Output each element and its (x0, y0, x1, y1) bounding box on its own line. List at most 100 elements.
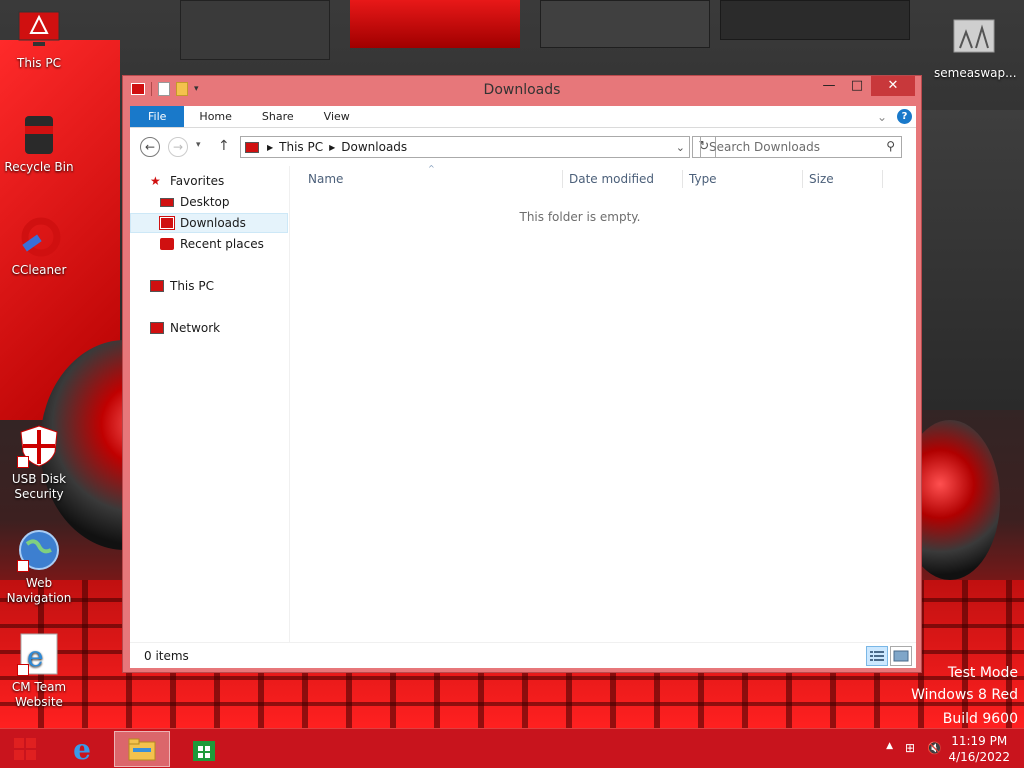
column-divider[interactable] (802, 170, 803, 188)
wallpaper-block (350, 0, 520, 48)
internet-explorer-icon: e (73, 732, 91, 766)
column-header-date-modified[interactable]: Date modified (569, 166, 654, 192)
recent-locations-chevron-icon[interactable]: ▾ (196, 140, 201, 150)
title-bar[interactable]: ▾ Downloads — □ ✕ (123, 76, 921, 106)
back-button[interactable]: ← (140, 137, 160, 157)
desktop-icon-recycle-bin[interactable]: Recycle Bin (1, 112, 77, 175)
desktop-icon-web-navigation[interactable]: Web Navigation (1, 528, 77, 606)
forward-button[interactable]: → (168, 137, 188, 157)
shield-icon (17, 424, 61, 468)
nav-item-desktop[interactable]: Desktop (160, 192, 230, 212)
navigation-pane: ★ Favorites Desktop Downloads Recent pla… (130, 166, 290, 642)
computer-icon (150, 280, 164, 292)
nav-item-network[interactable]: Network (150, 318, 220, 338)
window-controls: — □ ✕ (815, 76, 915, 96)
large-icons-view-icon (893, 650, 909, 662)
desktop-icon-this-pc[interactable]: This PC (1, 8, 77, 71)
nav-item-favorites[interactable]: ★ Favorites (150, 171, 224, 191)
system-tray: ▲ ⊞ 🔇 (886, 741, 942, 755)
desktop-icon-ccleaner[interactable]: CCleaner (1, 215, 77, 278)
window-title: Downloads (483, 82, 561, 98)
tab-home[interactable]: Home (184, 106, 246, 127)
close-button[interactable]: ✕ (871, 76, 915, 96)
nav-item-label: Favorites (170, 174, 225, 188)
store-icon (193, 741, 215, 761)
svg-text:e: e (27, 640, 44, 673)
nav-item-label: Network (170, 321, 221, 335)
column-header-type[interactable]: Type (689, 166, 717, 192)
desktop-icon-label: This PC (17, 56, 61, 70)
taskbar-internet-explorer[interactable]: e (54, 731, 110, 767)
search-input[interactable]: Search Downloads ⚲ (700, 136, 902, 158)
column-divider[interactable] (682, 170, 683, 188)
star-icon: ★ (150, 174, 161, 188)
navigation-bar: ← → ▾ ↑ ▶ This PC ▶ Downloads ⌄ ↻ Search… (130, 128, 916, 166)
column-divider[interactable] (882, 170, 883, 188)
wallpaper-block (720, 0, 910, 40)
nav-item-downloads[interactable]: Downloads (130, 213, 288, 233)
desktop-icon-label: Recycle Bin (4, 160, 74, 174)
desktop-icon-label: Web Navigation (6, 576, 72, 605)
ribbon-tabs: File Home Share View ⌄ ? (130, 106, 916, 128)
taskbar-store[interactable] (176, 731, 232, 767)
breadcrumb-this-pc[interactable]: This PC (279, 140, 323, 154)
maximize-button[interactable]: □ (843, 76, 871, 96)
tab-file[interactable]: File (130, 106, 185, 127)
column-divider[interactable] (562, 170, 563, 188)
up-arrow-icon[interactable]: ↑ (218, 138, 230, 154)
nav-item-label: Desktop (180, 195, 230, 209)
taskbar-file-explorer[interactable] (114, 731, 170, 767)
downloads-icon (159, 216, 175, 230)
help-button[interactable]: ? (897, 109, 912, 124)
status-bar: 0 items (130, 642, 916, 668)
clock-date: 4/16/2022 (948, 750, 1010, 764)
search-icon: ⚲ (886, 139, 895, 153)
internet-explorer-icon: e (17, 632, 61, 676)
address-dropdown-icon[interactable]: ⌄ (676, 141, 685, 154)
breadcrumb-separator-icon[interactable]: ▶ (267, 143, 273, 152)
taskbar-clock[interactable]: 11:19 PM 4/16/2022 (948, 733, 1010, 765)
watermark-line: Windows 8 Red (911, 687, 1018, 703)
wallpaper-block (180, 0, 330, 60)
content-area: ★ Favorites Desktop Downloads Recent pla… (130, 164, 916, 642)
search-placeholder: Search Downloads (709, 140, 820, 154)
large-icons-view-button[interactable] (890, 646, 912, 666)
nav-item-recent-places[interactable]: Recent places (160, 234, 264, 254)
details-view-button[interactable] (866, 646, 888, 666)
nav-item-label: Downloads (180, 216, 246, 230)
volume-muted-icon[interactable]: 🔇 (927, 741, 942, 755)
shortcut-arrow-icon (17, 560, 29, 572)
nav-item-this-pc[interactable]: This PC (150, 276, 214, 296)
address-bar[interactable]: ▶ This PC ▶ Downloads ⌄ (240, 136, 690, 158)
desktop-icon-usb-disk-security[interactable]: USB Disk Security (1, 424, 77, 502)
desktop-icon-label: CCleaner (11, 263, 67, 277)
watermark-line: Build 9600 (942, 711, 1018, 727)
ccleaner-icon (17, 215, 61, 259)
wallpaper-block (540, 0, 710, 48)
start-button[interactable] (0, 731, 50, 767)
wallpaper-block (920, 110, 1024, 410)
column-header-name[interactable]: Name (308, 166, 343, 192)
tab-share[interactable]: Share (247, 106, 309, 127)
column-header-size[interactable]: Size (809, 166, 834, 192)
folder-icon (128, 738, 156, 761)
desktop-icon-cm-team-website[interactable]: e CM Team Website (1, 632, 77, 710)
breadcrumb-downloads[interactable]: Downloads (341, 140, 407, 154)
breadcrumb-separator-icon[interactable]: ▶ (329, 143, 335, 152)
sort-arrow-icon: ^ (428, 164, 435, 173)
network-status-icon[interactable]: ⊞ (905, 741, 915, 755)
image-file-icon (952, 18, 996, 62)
desktop-icon-label: semeaswap... (934, 66, 1017, 80)
taskbar: e ▲ ⊞ 🔇 11:19 PM 4/16/2022 (0, 728, 1024, 768)
item-count: 0 items (144, 649, 189, 663)
nav-item-label: This PC (170, 279, 214, 293)
desktop-icon-semeaswap[interactable]: semeaswap... (934, 18, 1017, 81)
minimize-button[interactable]: — (815, 76, 843, 96)
recycle-bin-icon (17, 112, 61, 156)
tab-view[interactable]: View (309, 106, 365, 127)
monitor-icon (17, 8, 61, 52)
nav-item-label: Recent places (180, 237, 264, 251)
network-icon (150, 322, 164, 334)
expand-ribbon-chevron-icon[interactable]: ⌄ (877, 110, 887, 124)
show-hidden-icons-chevron-icon[interactable]: ▲ (886, 741, 893, 755)
